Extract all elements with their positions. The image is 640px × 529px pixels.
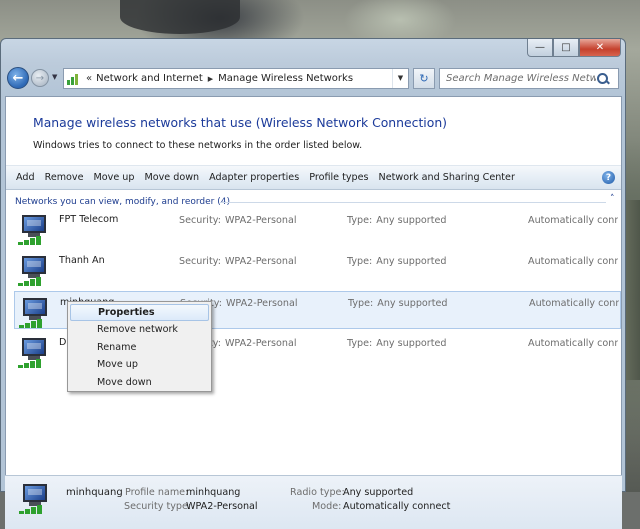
type-value: Any supported bbox=[377, 298, 448, 309]
details-network-name: minhquang bbox=[66, 487, 123, 498]
type-label: Type: bbox=[347, 256, 373, 267]
wireless-network-icon bbox=[18, 336, 52, 368]
menu-item-remove-network[interactable]: Remove network bbox=[70, 321, 209, 338]
background-photo-shape bbox=[120, 0, 240, 34]
collapse-chevron-icon[interactable]: ˄ bbox=[610, 194, 615, 204]
security-type-value: WPA2-Personal bbox=[186, 501, 258, 512]
breadcrumb-arrow-icon[interactable]: ▶ bbox=[208, 75, 213, 83]
search-input[interactable] bbox=[440, 73, 596, 84]
navigation-bar: ← → ▼ « Network and Internet ▶ Manage Wi… bbox=[5, 66, 621, 92]
security-value: WPA2-Personal bbox=[224, 256, 297, 267]
network-type: Type: Any supported bbox=[347, 215, 446, 226]
wireless-network-icon bbox=[18, 254, 52, 286]
network-mode: Automatically conne... bbox=[529, 298, 619, 309]
group-header[interactable]: Networks you can view, modify, and reord… bbox=[15, 197, 230, 207]
adapter-properties-button[interactable]: Adapter properties bbox=[204, 172, 304, 183]
context-menu: Properties Remove network Rename Move up… bbox=[67, 301, 212, 392]
menu-item-properties[interactable]: Properties bbox=[70, 304, 209, 322]
profile-name-value: minhquang bbox=[186, 487, 241, 498]
network-mode: Automatically conne... bbox=[528, 338, 618, 349]
move-up-button[interactable]: Move up bbox=[89, 172, 140, 183]
search-box[interactable] bbox=[439, 68, 619, 89]
network-icon bbox=[67, 73, 81, 85]
details-pane: minhquang Profile name: minhquang Securi… bbox=[5, 475, 622, 529]
address-dropdown-button[interactable]: ▼ bbox=[392, 69, 408, 88]
help-icon[interactable]: ? bbox=[602, 171, 615, 184]
breadcrumb-overflow[interactable]: « bbox=[86, 73, 92, 84]
security-value: WPA2-Personal bbox=[224, 338, 297, 349]
security-label: Security: bbox=[179, 256, 221, 267]
security-type-label: Security type: bbox=[124, 501, 192, 512]
address-bar[interactable]: « Network and Internet ▶ Manage Wireless… bbox=[63, 68, 409, 89]
refresh-icon: ↻ bbox=[419, 72, 429, 85]
page-description: Windows tries to connect to these networ… bbox=[33, 140, 363, 151]
network-type: Type: Any supported bbox=[348, 298, 447, 309]
type-label: Type: bbox=[348, 298, 374, 309]
wireless-network-icon bbox=[18, 213, 52, 245]
network-list-item[interactable]: Thanh An Security: WPA2-Personal Type: Any… bbox=[14, 250, 621, 288]
type-label: Type: bbox=[347, 215, 373, 226]
type-value: Any supported bbox=[376, 256, 447, 267]
back-arrow-icon: ← bbox=[12, 70, 24, 86]
type-value: Any supported bbox=[376, 215, 447, 226]
recent-pages-button[interactable]: ▼ bbox=[52, 73, 57, 81]
type-label: Type: bbox=[347, 338, 373, 349]
network-type: Type: Any supported bbox=[347, 338, 446, 349]
maximize-button[interactable]: □ bbox=[553, 39, 579, 57]
security-value: WPA2-Personal bbox=[224, 215, 297, 226]
mode-label: Mode: bbox=[312, 501, 342, 512]
network-security: Security:WPA2-Personal bbox=[179, 215, 297, 226]
back-button[interactable]: ← bbox=[7, 67, 29, 89]
refresh-button[interactable]: ↻ bbox=[413, 68, 435, 89]
mode-value: Automatically connect bbox=[343, 501, 451, 512]
menu-item-move-up[interactable]: Move up bbox=[70, 356, 209, 373]
remove-button[interactable]: Remove bbox=[40, 172, 89, 183]
command-bar: Add Remove Move up Move down Adapter pro… bbox=[6, 165, 621, 190]
radio-type-label: Radio type: bbox=[290, 487, 345, 498]
search-icon[interactable] bbox=[596, 72, 610, 86]
group-divider bbox=[220, 202, 606, 203]
menu-item-move-down[interactable]: Move down bbox=[70, 374, 209, 391]
type-value: Any supported bbox=[376, 338, 447, 349]
move-down-button[interactable]: Move down bbox=[139, 172, 204, 183]
security-value: WPA2-Personal bbox=[225, 298, 298, 309]
network-mode: Automatically conne... bbox=[528, 215, 618, 226]
caption-buttons: — □ ✕ bbox=[527, 39, 621, 57]
profile-types-button[interactable]: Profile types bbox=[304, 172, 373, 183]
content-panel: Manage wireless networks that use (Wirel… bbox=[5, 96, 622, 492]
network-name: FPT Telecom bbox=[59, 214, 119, 225]
security-label: Security: bbox=[179, 215, 221, 226]
minimize-button[interactable]: — bbox=[527, 39, 553, 57]
menu-item-rename[interactable]: Rename bbox=[70, 339, 209, 356]
network-type: Type: Any supported bbox=[347, 256, 446, 267]
wireless-network-icon bbox=[19, 482, 55, 518]
network-list-item[interactable]: FPT Telecom Security: WPA2-Personal Type:… bbox=[14, 209, 621, 247]
breadcrumb-manage-wireless-networks[interactable]: Manage Wireless Networks bbox=[218, 73, 353, 84]
profile-name-label: Profile name: bbox=[125, 487, 189, 498]
breadcrumb-network-and-internet[interactable]: Network and Internet bbox=[96, 73, 203, 84]
wireless-network-icon bbox=[19, 296, 53, 328]
network-name: Thanh An bbox=[59, 255, 105, 266]
radio-type-value: Any supported bbox=[343, 487, 414, 498]
wireless-networks-window: — □ ✕ ← → ▼ « Network and Internet ▶ Man… bbox=[0, 38, 626, 529]
network-sharing-center-button[interactable]: Network and Sharing Center bbox=[374, 172, 520, 183]
forward-arrow-icon: → bbox=[35, 72, 45, 84]
network-mode: Automatically conne... bbox=[528, 256, 618, 267]
network-security: Security:WPA2-Personal bbox=[179, 256, 297, 267]
page-title: Manage wireless networks that use (Wirel… bbox=[33, 115, 448, 130]
forward-button[interactable]: → bbox=[31, 69, 49, 87]
add-button[interactable]: Add bbox=[6, 172, 40, 183]
close-button[interactable]: ✕ bbox=[579, 39, 621, 57]
